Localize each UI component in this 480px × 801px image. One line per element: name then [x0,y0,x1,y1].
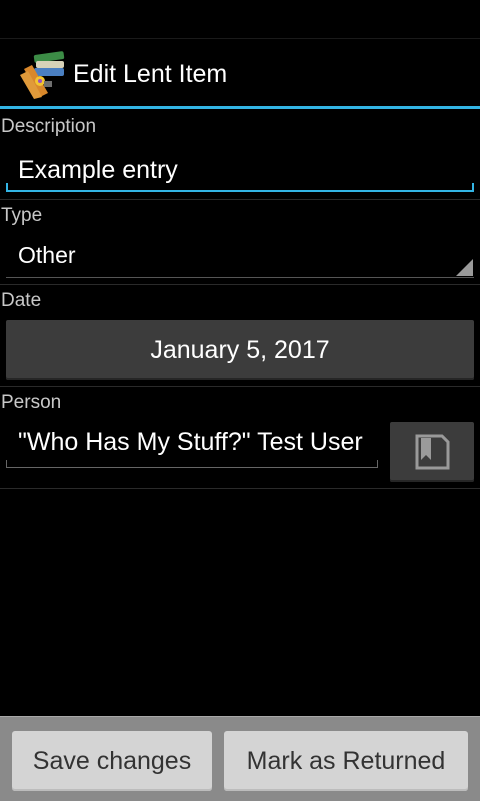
person-underline-right [377,460,378,468]
person-value: "Who Has My Stuff?" Test User [18,428,363,456]
person-underline-left [6,460,7,468]
person-underline [6,467,378,468]
date-label: Date [1,290,42,311]
description-underline-right [472,183,474,192]
description-field[interactable]: Example entry [6,148,474,192]
description-underline-left [6,183,8,192]
save-changes-button[interactable]: Save changes [12,731,212,791]
row-divider [0,488,480,489]
contact-picker-button[interactable] [390,422,474,482]
bottom-button-bar: Save changes Mark as Returned [0,716,480,801]
page-title: Edit Lent Item [73,60,228,88]
action-bar-divider [0,106,480,109]
dropdown-triangle-icon [456,259,473,276]
type-label: Type [1,205,43,226]
status-bar [0,0,480,39]
books-stack-icon[interactable] [18,51,68,99]
description-value: Example entry [18,156,178,184]
description-underline [6,190,474,192]
row-divider [0,284,480,285]
type-spinner[interactable]: Other [6,236,474,278]
contact-book-icon [415,434,450,470]
mark-as-returned-button[interactable]: Mark as Returned [224,731,468,791]
action-bar: Edit Lent Item [0,39,480,106]
row-divider [0,199,480,200]
person-label: Person [1,392,62,413]
row-divider [0,386,480,387]
type-underline [6,277,474,278]
type-selected-value: Other [18,242,76,268]
person-field[interactable]: "Who Has My Stuff?" Test User [6,420,378,468]
description-label: Description [1,116,97,137]
date-picker-button[interactable]: January 5, 2017 [6,320,474,380]
